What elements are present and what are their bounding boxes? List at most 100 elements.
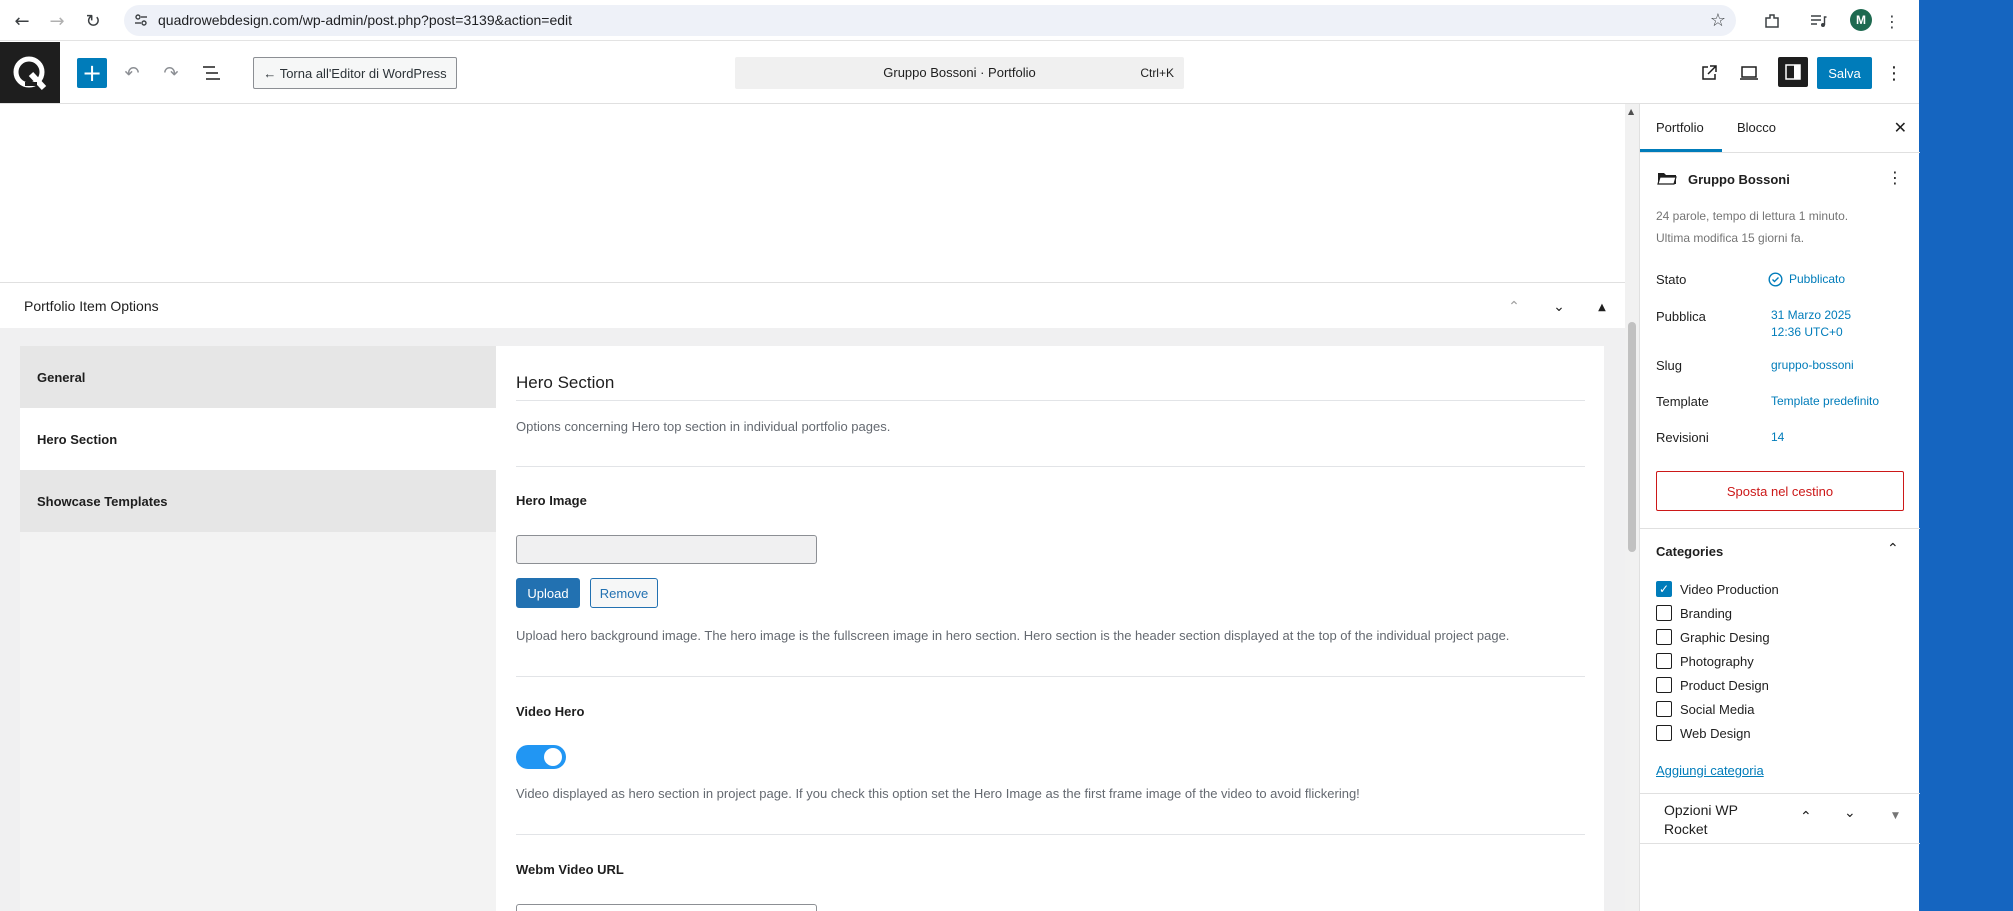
category-branding[interactable]: Branding bbox=[1656, 604, 1732, 622]
checkbox[interactable] bbox=[1656, 653, 1672, 669]
last-modified-text: Ultima modifica 15 giorni fa. bbox=[1656, 231, 1805, 245]
media-playlist-icon[interactable] bbox=[1805, 8, 1831, 34]
divider bbox=[1640, 528, 1920, 529]
post-title: Gruppo Bossoni bbox=[1688, 172, 1790, 187]
checkbox-checked[interactable]: ✓ bbox=[1656, 581, 1672, 597]
divider bbox=[516, 400, 1585, 401]
checkbox[interactable] bbox=[1656, 701, 1672, 717]
divider bbox=[516, 466, 1585, 467]
wp-rocket-options-title: Opzioni WP Rocket bbox=[1664, 802, 1738, 837]
status-text[interactable]: Pubblicato bbox=[1789, 271, 1845, 288]
published-check-icon bbox=[1768, 272, 1783, 287]
logo-icon bbox=[13, 56, 47, 90]
address-bar[interactable]: quadrowebdesign.com/wp-admin/post.php?po… bbox=[124, 5, 1736, 36]
scroll-up-arrow-icon[interactable]: ▲ bbox=[1628, 107, 1634, 116]
save-button[interactable]: Salva bbox=[1817, 57, 1872, 89]
sidebar-icon bbox=[1785, 64, 1801, 80]
move-down-icon[interactable]: ⌄ bbox=[1844, 805, 1856, 821]
options-menu-icon[interactable]: ⋮ bbox=[1880, 59, 1908, 87]
tab-blocco[interactable]: Blocco bbox=[1737, 120, 1776, 135]
checkbox[interactable] bbox=[1656, 605, 1672, 621]
editor-canvas: Portfolio Item Options ⌃ ⌄ ▲ General Her… bbox=[0, 104, 1625, 911]
category-video-production[interactable]: ✓ Video Production bbox=[1656, 580, 1779, 598]
status-value[interactable]: Pubblicato bbox=[1768, 271, 1845, 288]
collapse-metabox-icon[interactable]: ▲ bbox=[1588, 293, 1616, 321]
back-arrow-icon[interactable]: ← bbox=[9, 8, 35, 34]
site-logo[interactable] bbox=[0, 42, 60, 103]
tab-portfolio[interactable]: Portfolio bbox=[1656, 120, 1704, 135]
browser-toolbar: ← → ↻ quadrowebdesign.com/wp-admin/post.… bbox=[0, 0, 1919, 41]
remove-button[interactable]: Remove bbox=[590, 578, 658, 608]
document-overview-icon[interactable] bbox=[198, 59, 226, 87]
extensions-icon[interactable] bbox=[1759, 8, 1785, 34]
video-hero-toggle[interactable] bbox=[516, 745, 566, 769]
move-to-trash-button[interactable]: Sposta nel cestino bbox=[1656, 471, 1904, 511]
divider bbox=[1640, 793, 1920, 794]
command-palette-bar[interactable]: Gruppo Bossoni · Portfolio Ctrl+K bbox=[735, 57, 1184, 89]
panel-description: Options concerning Hero top section in i… bbox=[516, 419, 891, 434]
category-product-design[interactable]: Product Design bbox=[1656, 676, 1769, 694]
word-count-text: 24 parole, tempo di lettura 1 minuto. bbox=[1656, 209, 1849, 223]
checkbox[interactable] bbox=[1656, 725, 1672, 741]
post-actions-menu-icon[interactable]: ⋮ bbox=[1887, 168, 1903, 187]
revisioni-label: Revisioni bbox=[1656, 430, 1709, 445]
editor-header: + ↶ ↷ ← Torna all'Editor di WordPress Gr… bbox=[0, 42, 1919, 104]
collapse-panel-icon[interactable]: ▼ bbox=[1892, 811, 1899, 821]
publish-time[interactable]: 12:36 UTC+0 bbox=[1771, 324, 1843, 341]
profile-avatar[interactable]: M bbox=[1850, 9, 1872, 31]
hero-image-field[interactable] bbox=[516, 535, 817, 564]
webm-video-url-field[interactable] bbox=[516, 904, 817, 911]
url-text[interactable]: quadrowebdesign.com/wp-admin/post.php?po… bbox=[158, 12, 572, 28]
forward-arrow-icon[interactable]: → bbox=[44, 8, 70, 34]
categories-title[interactable]: Categories bbox=[1656, 544, 1723, 559]
slug-value[interactable]: gruppo-bossoni bbox=[1771, 357, 1854, 374]
toggle-knob bbox=[544, 748, 562, 766]
tab-showcase-templates[interactable]: Showcase Templates bbox=[20, 470, 496, 532]
canvas-scrollbar[interactable]: ▲ bbox=[1625, 104, 1639, 911]
redo-icon[interactable]: ↷ bbox=[157, 59, 185, 87]
scroll-thumb[interactable] bbox=[1628, 322, 1636, 552]
options-tabs: General Hero Section Showcase Templates bbox=[20, 346, 496, 911]
undo-icon[interactable]: ↶ bbox=[118, 59, 146, 87]
hero-section-panel: Hero Section Options concerning Hero top… bbox=[496, 346, 1604, 911]
upload-button[interactable]: Upload bbox=[516, 578, 580, 608]
video-hero-help: Video displayed as hero section in proje… bbox=[516, 786, 1360, 801]
back-to-wp-editor-button[interactable]: ← Torna all'Editor di WordPress bbox=[253, 57, 457, 89]
tab-general[interactable]: General bbox=[20, 346, 496, 408]
reload-icon[interactable]: ↻ bbox=[80, 8, 106, 34]
metabox-title: Portfolio Item Options bbox=[24, 298, 159, 314]
checkbox[interactable] bbox=[1656, 677, 1672, 693]
add-category-link[interactable]: Aggiungi categoria bbox=[1656, 763, 1764, 778]
category-web-design[interactable]: Web Design bbox=[1656, 724, 1751, 742]
checkbox[interactable] bbox=[1656, 629, 1672, 645]
site-settings-icon[interactable] bbox=[134, 13, 148, 27]
template-label: Template bbox=[1656, 394, 1709, 409]
video-hero-label: Video Hero bbox=[516, 704, 585, 719]
tab-hero-section[interactable]: Hero Section bbox=[20, 408, 496, 470]
category-social-media[interactable]: Social Media bbox=[1656, 700, 1754, 718]
folder-icon bbox=[1657, 173, 1677, 185]
device-preview-icon[interactable] bbox=[1735, 59, 1763, 87]
settings-sidebar-toggle[interactable] bbox=[1778, 57, 1808, 87]
divider bbox=[516, 676, 1585, 677]
metabox-header: Portfolio Item Options ⌃ ⌄ ▲ bbox=[0, 282, 1625, 328]
add-block-button[interactable]: + bbox=[77, 58, 107, 88]
move-down-icon[interactable]: ⌄ bbox=[1545, 293, 1573, 321]
category-photography[interactable]: Photography bbox=[1656, 652, 1754, 670]
move-up-icon[interactable]: ⌃ bbox=[1800, 809, 1812, 825]
panel-title: Hero Section bbox=[516, 373, 615, 392]
move-up-icon[interactable]: ⌃ bbox=[1500, 293, 1528, 321]
category-graphic-desing[interactable]: Graphic Desing bbox=[1656, 628, 1770, 646]
document-title[interactable]: Gruppo Bossoni · Portfolio bbox=[735, 65, 1184, 80]
bookmark-star-icon[interactable]: ☆ bbox=[1710, 10, 1726, 31]
publish-date[interactable]: 31 Marzo 2025 bbox=[1771, 307, 1851, 324]
template-value[interactable]: Template predefinito bbox=[1771, 393, 1879, 410]
settings-sidebar: Portfolio Blocco ✕ Gruppo Bossoni ⋮ 24 p… bbox=[1639, 104, 1920, 911]
view-post-external-icon[interactable] bbox=[1695, 59, 1723, 87]
revisions-count[interactable]: 14 bbox=[1771, 429, 1784, 446]
close-icon[interactable]: ✕ bbox=[1894, 118, 1907, 137]
stato-label: Stato bbox=[1656, 272, 1687, 287]
chevron-up-icon[interactable]: ⌃ bbox=[1887, 541, 1899, 557]
browser-menu-icon[interactable]: ⋮ bbox=[1879, 8, 1905, 34]
tabs-divider bbox=[1640, 152, 1920, 153]
